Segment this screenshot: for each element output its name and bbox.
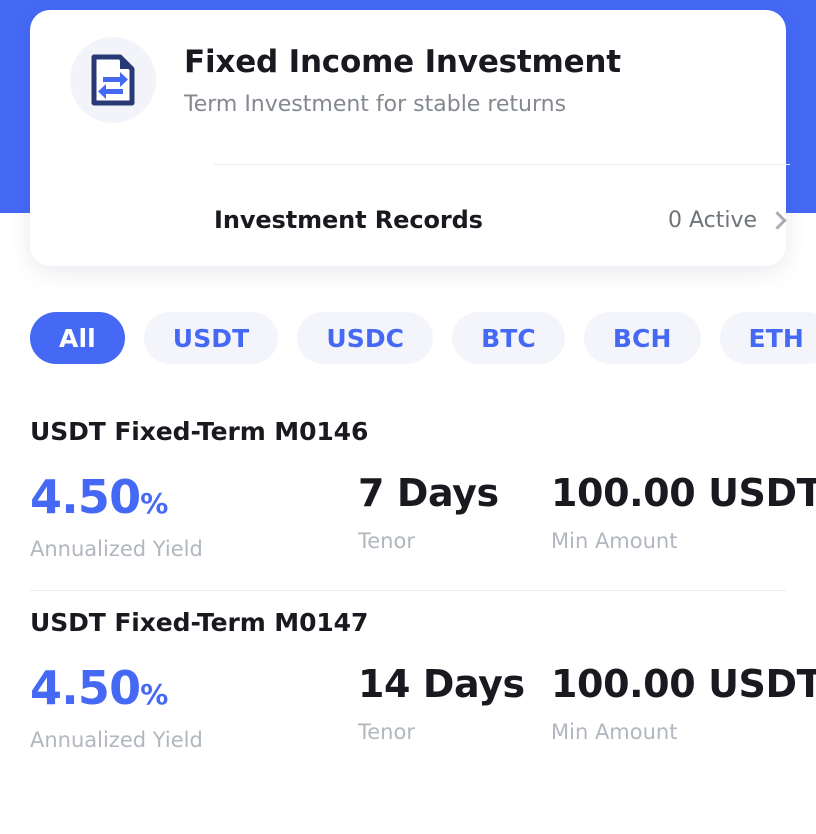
tab-eth[interactable]: ETH xyxy=(719,312,816,364)
metric-min-amount: 100.00 USDT Min Amount xyxy=(551,662,816,751)
chevron-right-icon xyxy=(768,210,787,230)
product-metrics: 4.50% Annualized Yield 14 Days Tenor 100… xyxy=(30,662,816,781)
tenor-label: Tenor xyxy=(358,720,415,744)
page-title: Fixed Income Investment xyxy=(184,44,621,81)
tenor-label: Tenor xyxy=(358,529,415,553)
document-exchange-icon xyxy=(70,37,156,123)
product-name: USDT Fixed-Term M0147 xyxy=(30,608,369,637)
min-amount-value: 100.00 USDT xyxy=(551,662,816,706)
hero-text-block: Fixed Income Investment Term Investment … xyxy=(184,43,621,117)
investment-records-label: Investment Records xyxy=(214,206,483,234)
tenor-value: 7 Days xyxy=(358,471,499,515)
tab-all[interactable]: All xyxy=(30,312,125,364)
hero-divider xyxy=(214,164,790,165)
metric-annualized-yield: 4.50% Annualized Yield xyxy=(30,474,358,560)
percent-symbol: % xyxy=(140,678,169,711)
tab-bch[interactable]: BCH xyxy=(583,312,701,364)
annualized-yield-number: 4.50 xyxy=(30,661,141,715)
investment-records-status: 0 Active xyxy=(668,208,790,233)
product-list: USDT Fixed-Term M0146 4.50% Annualized Y… xyxy=(0,400,816,781)
list-item[interactable]: USDT Fixed-Term M0147 4.50% Annualized Y… xyxy=(0,591,816,781)
hero-header: Fixed Income Investment Term Investment … xyxy=(30,10,786,123)
tab-usdt[interactable]: USDT xyxy=(143,312,279,364)
min-amount-label: Min Amount xyxy=(551,529,678,553)
metric-tenor: 7 Days Tenor xyxy=(358,474,551,560)
annualized-yield-value: 4.50% xyxy=(30,474,358,520)
list-item[interactable]: USDT Fixed-Term M0146 4.50% Annualized Y… xyxy=(0,400,816,590)
annualized-yield-number: 4.50 xyxy=(30,470,141,524)
asset-filter-tabs-row: All USDT USDC BTC BCH ETH xyxy=(0,310,816,366)
product-name: USDT Fixed-Term M0146 xyxy=(30,417,369,446)
tab-btc[interactable]: BTC xyxy=(452,312,565,364)
active-records-count: 0 Active xyxy=(667,207,757,233)
min-amount-label: Min Amount xyxy=(551,720,678,744)
annualized-yield-label: Annualized Yield xyxy=(30,728,203,752)
metric-min-amount: 100.00 USDT Min Amount xyxy=(551,471,816,560)
page-subtitle: Term Investment for stable returns xyxy=(184,91,567,117)
tab-usdc[interactable]: USDC xyxy=(297,312,434,364)
min-amount-value: 100.00 USDT xyxy=(551,471,816,515)
metric-annualized-yield: 4.50% Annualized Yield xyxy=(30,665,358,751)
product-metrics: 4.50% Annualized Yield 7 Days Tenor 100.… xyxy=(30,471,816,590)
tenor-value: 14 Days xyxy=(358,662,525,706)
annualized-yield-label: Annualized Yield xyxy=(30,537,203,561)
percent-symbol: % xyxy=(140,487,169,520)
annualized-yield-value: 4.50% xyxy=(30,665,358,711)
metric-tenor: 14 Days Tenor xyxy=(358,665,551,751)
fixed-income-hero-card: Fixed Income Investment Term Investment … xyxy=(30,10,790,266)
investment-records-row[interactable]: Investment Records 0 Active xyxy=(214,188,790,252)
asset-filter-tabs[interactable]: All USDT USDC BTC BCH ETH xyxy=(0,310,816,366)
